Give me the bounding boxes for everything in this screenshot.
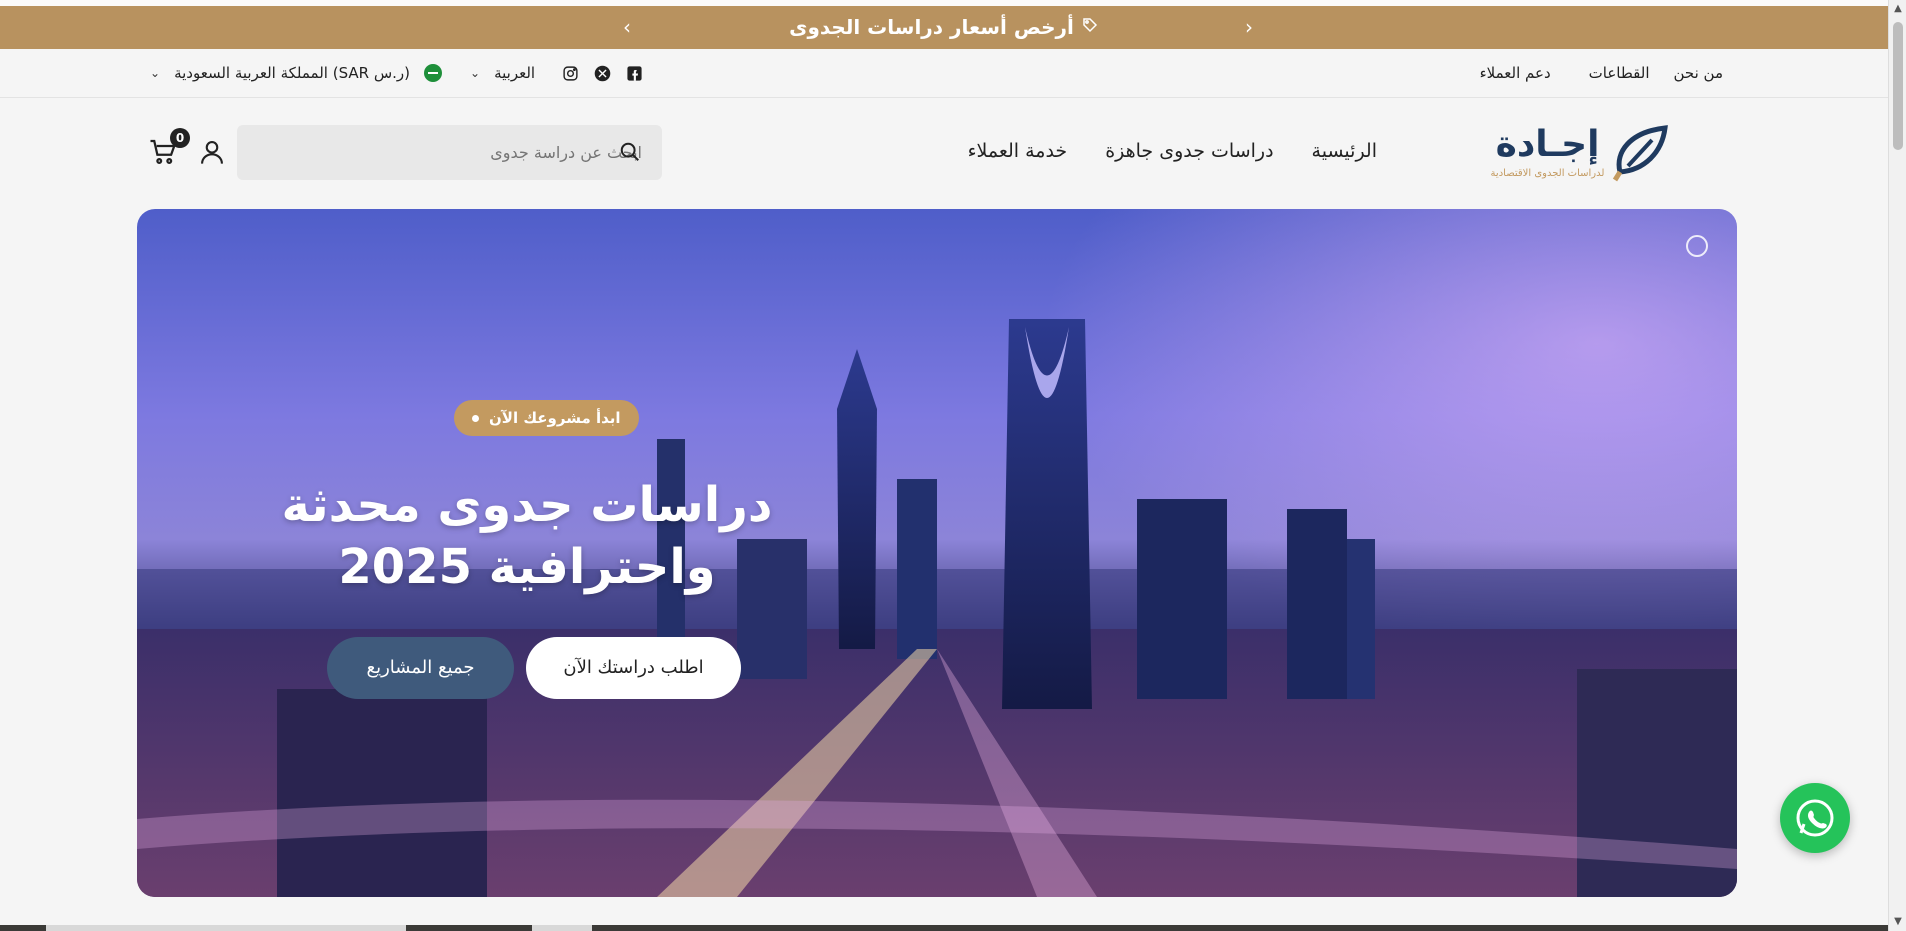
cart-button[interactable]: 0 xyxy=(148,128,190,170)
nav-ready-studies[interactable]: دراسات جدوى جاهزة xyxy=(1105,140,1273,162)
search-icon[interactable] xyxy=(619,141,641,167)
slider-loading-indicator xyxy=(1686,235,1708,257)
utility-bar: من نحن القطاعات دعم العملاء ⌄ المملكة ال… xyxy=(0,49,1888,98)
link-about[interactable]: من نحن xyxy=(1674,64,1724,82)
country-currency-selector[interactable]: المملكة العربية السعودية (SAR ر.س) xyxy=(174,64,410,82)
logo-title: إجـادة xyxy=(1495,124,1600,165)
site-logo[interactable]: إجـادة لدراسات الجدوى الاقتصادية xyxy=(1480,122,1670,186)
main-nav: الرئيسية دراسات جدوى جاهزة خدمة العملاء xyxy=(968,126,1377,176)
page-scrollbar[interactable]: ▲ ▼ xyxy=(1888,0,1906,931)
instagram-icon[interactable] xyxy=(561,64,579,82)
whatsapp-icon xyxy=(1796,799,1834,837)
utility-tools: ⌄ المملكة العربية السعودية (SAR ر.س) ⌄ ا… xyxy=(150,49,643,97)
x-icon[interactable] xyxy=(593,64,611,82)
logo-subtitle: لدراسات الجدوى الاقتصادية xyxy=(1490,168,1605,179)
announcement-text-wrap: أرخص أسعار دراسات الجدوى xyxy=(0,6,1888,49)
site-header: إجـادة لدراسات الجدوى الاقتصادية الرئيسي… xyxy=(0,98,1888,208)
scroll-down-icon[interactable]: ▼ xyxy=(1889,913,1906,931)
scroll-up-icon[interactable]: ▲ xyxy=(1889,0,1906,18)
whatsapp-button[interactable] xyxy=(1780,783,1850,853)
pill-dot xyxy=(472,414,479,422)
search-input[interactable] xyxy=(237,125,662,180)
hero-headline-line1: دراسات جدوى محدثة xyxy=(281,477,773,533)
hero-headline-line2: واحترافية 2025 xyxy=(338,539,716,595)
account-icon[interactable] xyxy=(198,138,226,170)
language-selector[interactable]: العربية xyxy=(494,64,535,82)
saudi-flag-icon xyxy=(424,64,443,82)
hero-banner: ابدأ مشروعك الآن دراسات جدوى محدثة واحتر… xyxy=(137,209,1737,897)
search-box xyxy=(237,125,662,180)
strip-segment xyxy=(46,925,406,931)
link-support[interactable]: دعم العملاء xyxy=(1480,64,1551,82)
all-projects-button[interactable]: جميع المشاريع xyxy=(327,637,514,699)
nav-customer-service[interactable]: خدمة العملاء xyxy=(968,140,1068,162)
announcement-bar: أرخص أسعار دراسات الجدوى ‹ › xyxy=(0,6,1888,49)
link-sectors[interactable]: القطاعات xyxy=(1589,64,1650,82)
chevron-down-icon[interactable]: ⌄ xyxy=(470,66,480,80)
scrollbar-thumb[interactable] xyxy=(1893,22,1903,150)
facebook-icon[interactable] xyxy=(625,64,643,82)
chevron-down-icon[interactable]: ⌄ xyxy=(150,66,160,80)
announcement-text: أرخص أسعار دراسات الجدوى xyxy=(789,15,1074,39)
hero-headline: دراسات جدوى محدثة واحترافية 2025 xyxy=(267,474,787,598)
strip-segment xyxy=(532,925,592,931)
start-project-pill: ابدأ مشروعك الآن xyxy=(454,400,639,436)
chevron-left-icon[interactable]: ‹ xyxy=(612,6,642,49)
bottom-page-strip xyxy=(0,925,1888,931)
utility-links: من نحن القطاعات دعم العملاء xyxy=(1480,49,1723,97)
pill-text: ابدأ مشروعك الآن xyxy=(489,409,621,427)
tag-icon xyxy=(1074,15,1099,39)
nav-home[interactable]: الرئيسية xyxy=(1312,140,1377,162)
cart-count-badge: 0 xyxy=(170,128,190,148)
chevron-right-icon[interactable]: › xyxy=(1234,6,1264,49)
request-study-button[interactable]: اطلب دراستك الآن xyxy=(526,637,741,699)
